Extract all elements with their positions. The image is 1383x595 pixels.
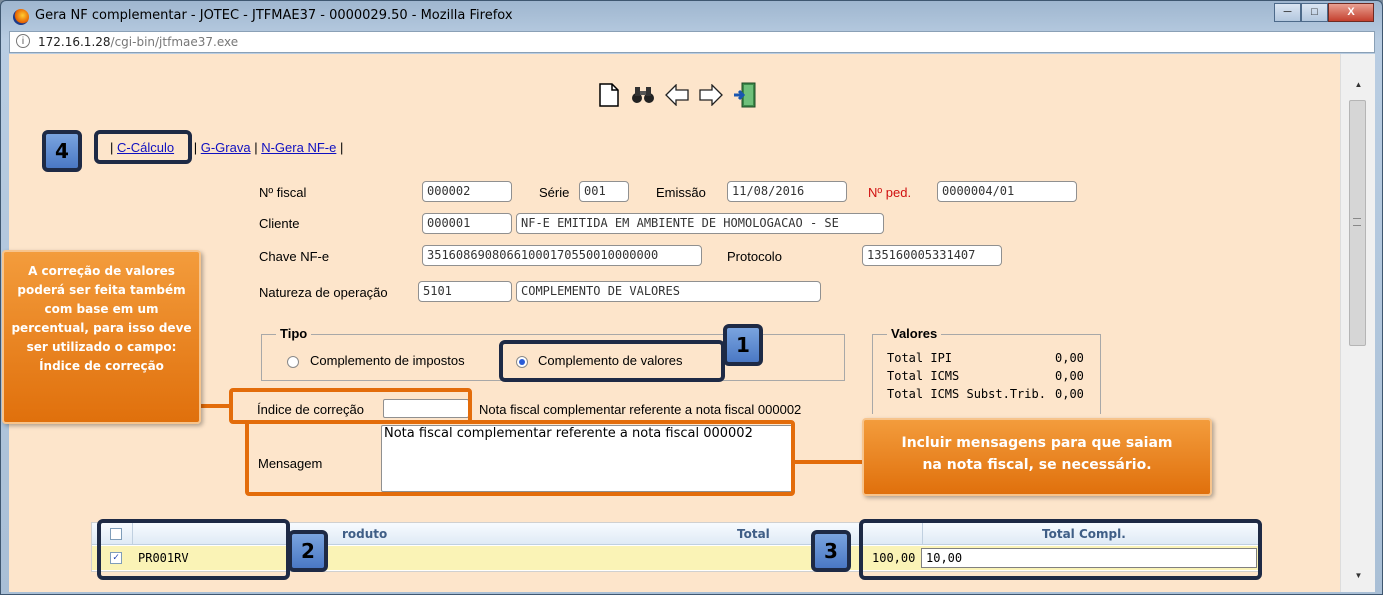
connector-left [200,404,230,408]
nped-field[interactable]: 0000004/01 [937,181,1077,202]
cliente-label: Cliente [259,216,300,231]
callout-box-2 [97,519,290,580]
nfiscal-field[interactable]: 000002 [422,181,512,202]
binoculars-icon[interactable] [631,82,655,108]
nota-ref-text: Nota fiscal complementar referente a not… [479,402,802,417]
url-host: 172.16.1.28 [38,35,111,49]
menu-separator: | [339,140,344,155]
url-path: /cgi-bin/jtfmae37.exe [110,35,239,49]
new-document-icon[interactable] [597,82,621,108]
badge-1: 1 [723,324,763,366]
firefox-icon [13,9,29,25]
protocolo-field[interactable]: 135160005331407 [862,245,1002,266]
indice-highlight [229,388,472,424]
total-header[interactable]: Total [737,527,770,541]
complemento-impostos-radio[interactable] [287,356,299,368]
produto-header[interactable]: roduto [342,527,387,541]
chave-field[interactable]: 35160869080661000170550010000000 [422,245,702,266]
serie-field[interactable]: 001 [579,181,629,202]
minimize-button[interactable]: ─ [1274,3,1301,22]
info-icon[interactable]: i [16,34,30,48]
ipi-value: 0,00 [1055,351,1084,365]
note-mensagem: Incluir mensagens para que saiam na nota… [862,418,1212,496]
connector-right [795,460,863,464]
tipo-legend: Tipo [276,326,312,341]
ipi-label: Total IPI [887,351,953,365]
badge-2: 2 [288,530,328,572]
icms-st-label: Total ICMS Subst.Trib. [887,387,1046,401]
menu-separator: | [254,140,258,155]
icms-label: Total ICMS [887,369,960,383]
badge-4: 4 [42,130,82,172]
cliente-code-field[interactable]: 000001 [422,213,512,234]
callout-box-1 [499,340,725,382]
callout-box-4 [94,130,192,164]
scroll-grip-icon [1353,218,1361,226]
browser-window: Gera NF complementar - JOTEC - JTFMAE37 … [0,0,1383,595]
scroll-down-icon[interactable]: ▼ [1341,571,1376,587]
icms-st-value: 0,00 [1055,387,1084,401]
page-content: | C-Cálculo | G-Grava | N-Gera NF-e | Nº… [9,54,1340,592]
emissao-label: Emissão [656,185,706,200]
window-title: Gera NF complementar - JOTEC - JTFMAE37 … [35,8,513,23]
save-link[interactable]: G-Grava [201,140,251,155]
scroll-up-icon[interactable]: ▲ [1341,80,1376,96]
generate-nfe-link[interactable]: N-Gera NF-e [261,140,336,155]
valores-group: Valores Total IPI 0,00 Total ICMS 0,00 T… [872,326,1101,414]
emissao-field[interactable]: 11/08/2016 [727,181,847,202]
chave-label: Chave NF-e [259,249,330,264]
serie-label: Série [539,185,570,200]
cliente-name-field[interactable]: NF-E EMITIDA EM AMBIENTE DE HOMOLOGACAO … [516,213,884,234]
badge-3: 3 [811,530,851,572]
toolbar [597,82,757,108]
callout-box-3 [859,519,1262,580]
mensagem-highlight [245,420,795,496]
nfiscal-label: Nº fiscal [259,185,307,200]
natureza-code-field[interactable]: 5101 [418,281,512,302]
complemento-impostos-label: Complemento de impostos [310,353,465,368]
arrow-right-icon[interactable] [699,82,723,108]
natureza-desc-field[interactable]: COMPLEMENTO DE VALORES [516,281,821,302]
note-indice-correcao: A correção de valores poderá ser feita t… [2,250,201,424]
valores-legend: Valores [887,326,942,341]
icms-value: 0,00 [1055,369,1084,383]
url-bar[interactable]: i 172.16.1.28/cgi-bin/jtfmae37.exe [9,31,1375,53]
exit-icon[interactable] [733,82,757,108]
protocolo-label: Protocolo [727,249,782,264]
arrow-left-icon[interactable] [665,82,689,108]
close-button[interactable]: X [1328,3,1374,22]
nped-label: Nº ped. [868,185,912,200]
title-bar: Gera NF complementar - JOTEC - JTFMAE37 … [1,1,1382,31]
menu-separator: | [193,140,198,155]
maximize-button[interactable]: □ [1301,3,1328,22]
vertical-scrollbar[interactable]: ▲ ▼ [1340,54,1375,592]
natureza-label: Natureza de operação [259,285,388,300]
